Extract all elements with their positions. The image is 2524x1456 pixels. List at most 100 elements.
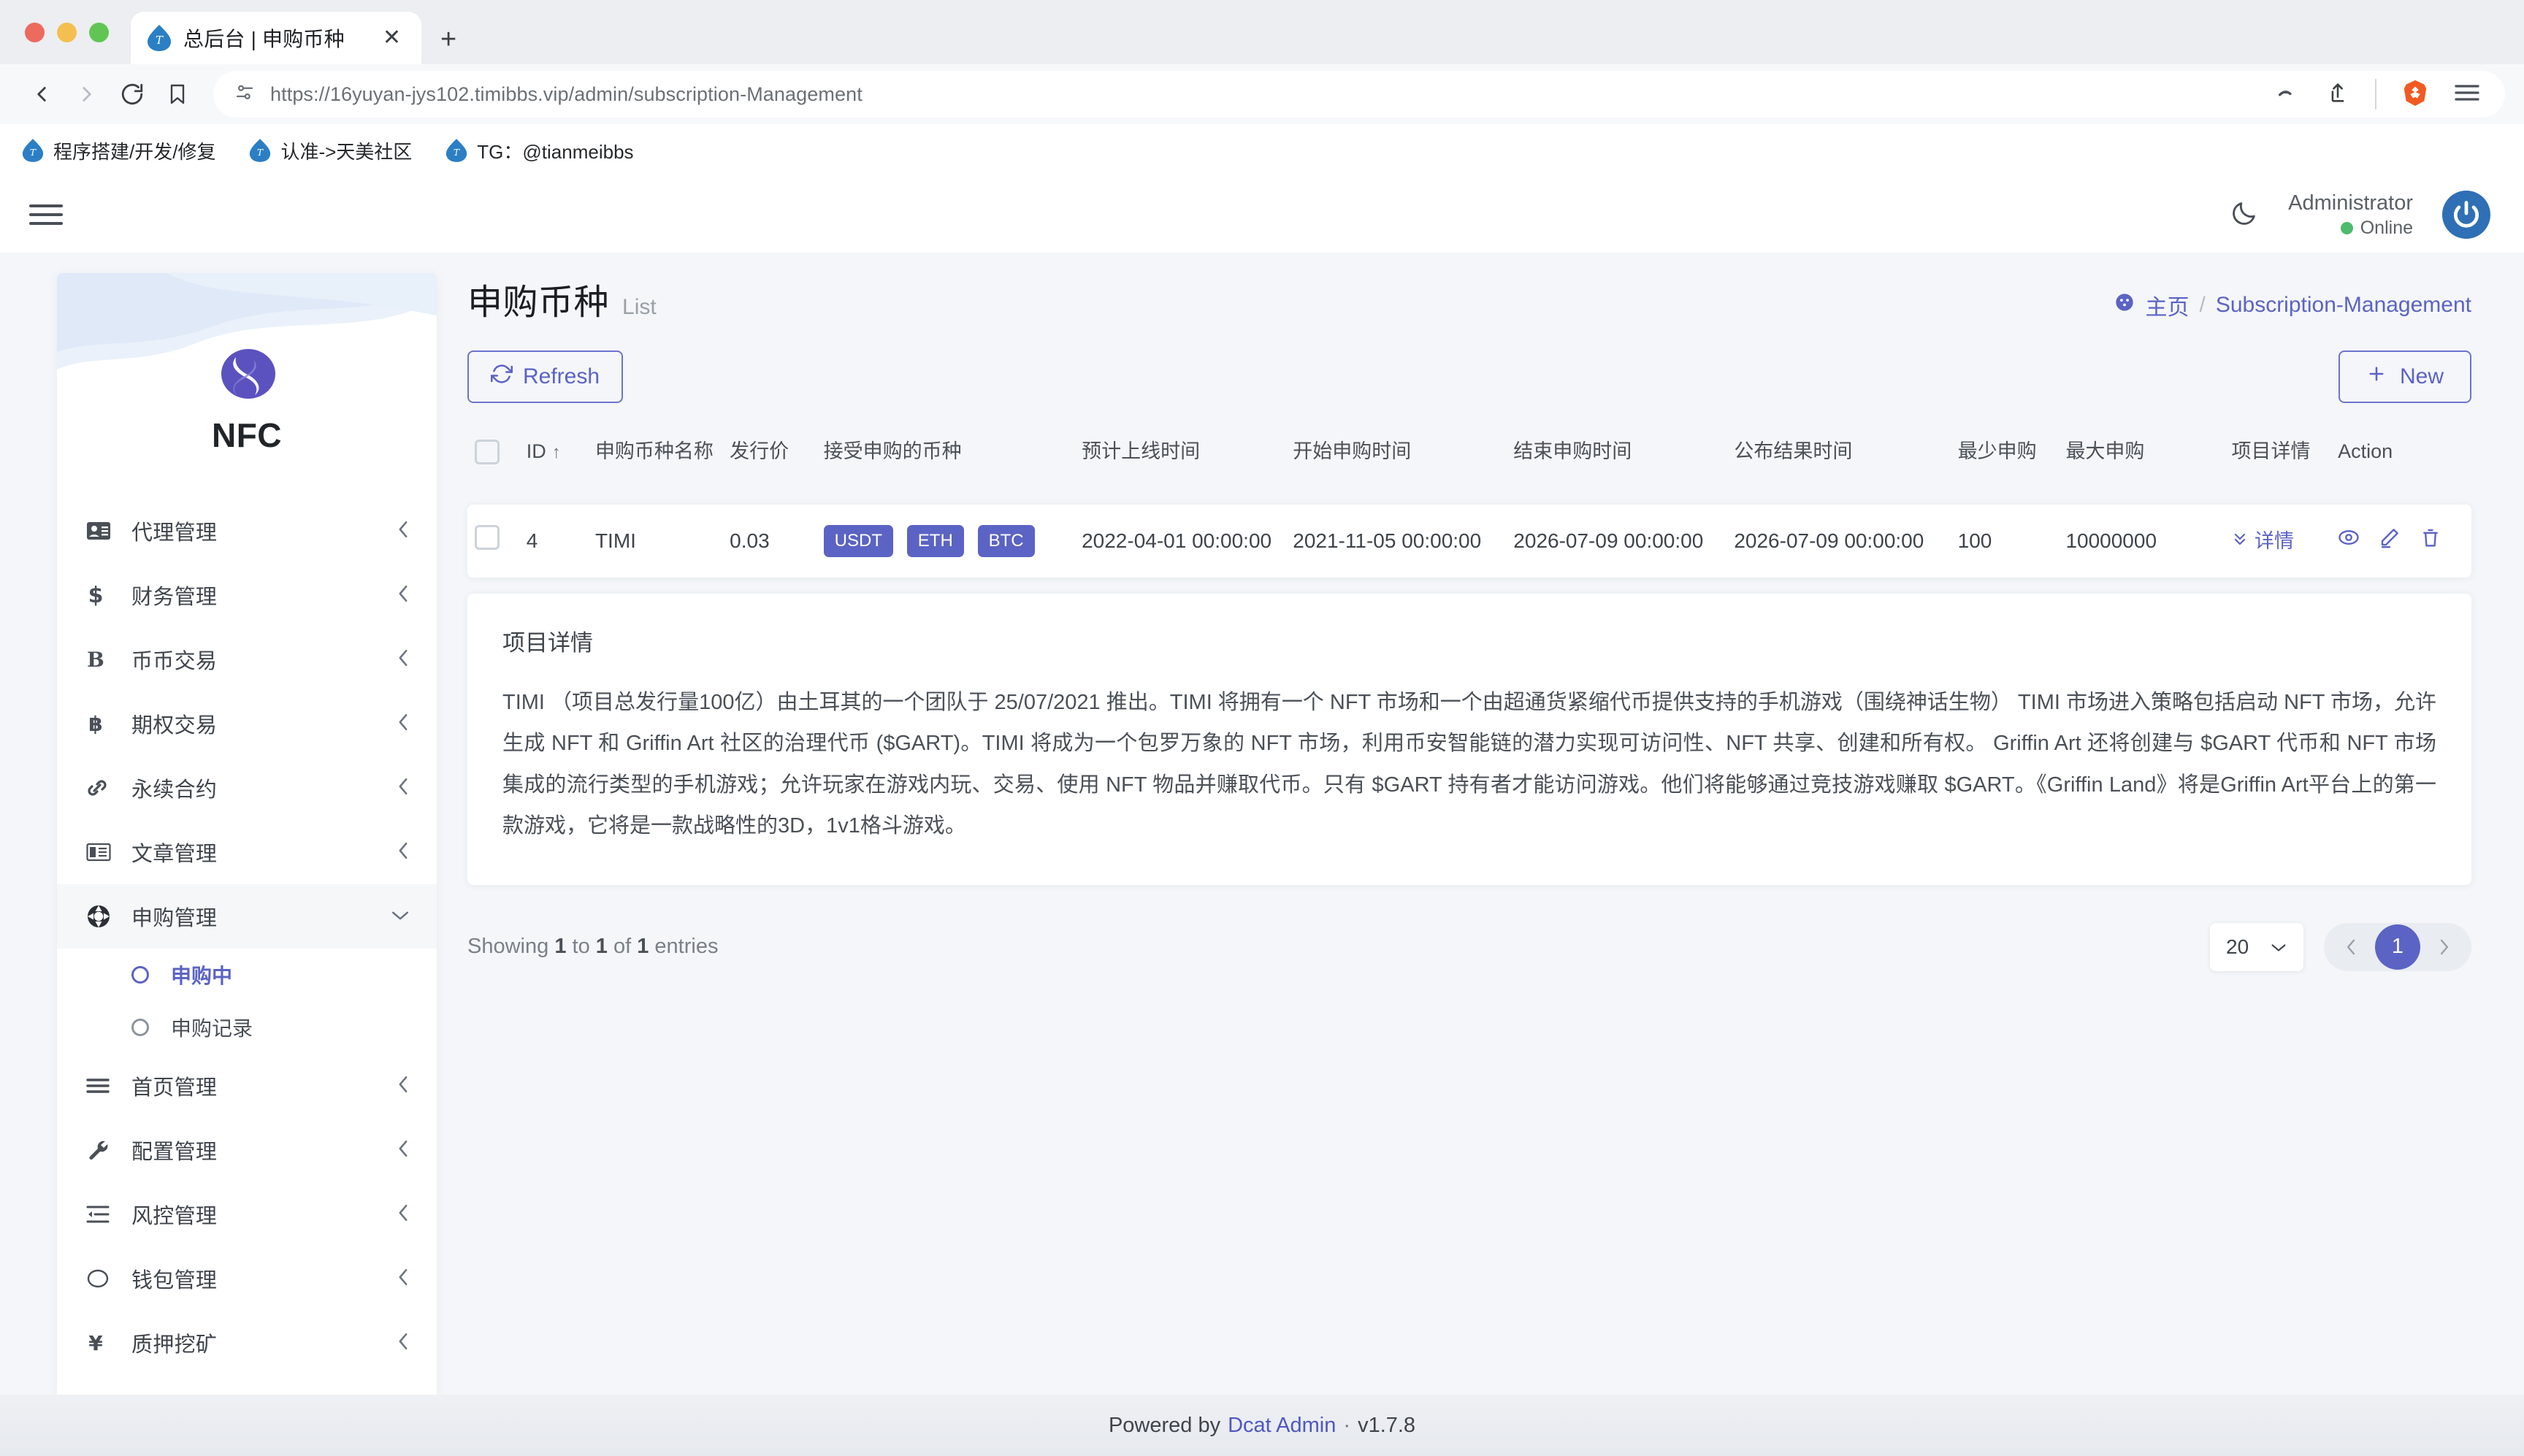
status-label: Online (2360, 217, 2413, 240)
tm-logo-icon: T (22, 138, 44, 163)
address-bar[interactable]: https://16yuyan-jys102.timibbs.vip/admin… (213, 71, 2505, 118)
showing-prefix: Showing (467, 935, 548, 958)
sidebar-item-homepage-management[interactable]: 首页管理 (57, 1054, 437, 1118)
sidebar-item-finance-management[interactable]: $ 财务管理 (57, 563, 437, 627)
minimize-window-button[interactable] (57, 23, 77, 42)
chevron-left-icon (396, 1203, 410, 1226)
user-info[interactable]: Administrator Online (2288, 190, 2413, 240)
plus-icon (2366, 364, 2387, 390)
per-page-select[interactable]: 20 (2210, 923, 2303, 971)
close-tab-button[interactable]: ✕ (378, 27, 405, 49)
prev-page-button[interactable] (2330, 926, 2372, 968)
browser-tab-strip: T 总后台 | 申购币种 ✕ + (0, 0, 2524, 64)
svg-text:B: B (87, 648, 104, 672)
chevron-down-icon (390, 907, 410, 926)
sidebar-item-wallet-management[interactable]: 钱包管理 (57, 1246, 437, 1311)
cell-project-detail: 详情 (2224, 505, 2330, 578)
column-header-expected-online: 预计上线时间 (1074, 428, 1285, 505)
sidebar-item-label: 申购管理 (131, 901, 217, 932)
sidebar-item-risk-management[interactable]: 风控管理 (57, 1182, 437, 1246)
bookmark-item[interactable]: T 程序搭建/开发/修复 (22, 137, 215, 164)
new-button[interactable]: New (2338, 350, 2471, 403)
moon-icon[interactable] (2230, 199, 2259, 231)
detail-panel: 项目详情 TIMI （项目总发行量100亿）由土耳其的一个团队于 25/07/2… (467, 594, 2471, 885)
sidebar-item-staking-mining[interactable]: ¥ 质押挖矿 (57, 1311, 437, 1375)
brave-lion-icon[interactable] (2401, 79, 2429, 110)
avatar[interactable] (2442, 191, 2490, 239)
back-arrow-icon[interactable] (19, 72, 64, 117)
lines-icon (86, 1077, 131, 1095)
sidebar-item-label: 永续合约 (131, 773, 217, 803)
row-select-cell (467, 505, 519, 578)
delete-icon[interactable] (2420, 526, 2441, 556)
sidebar-menu: 代理管理 $ 财务管理 (57, 499, 437, 1375)
sidebar-item-agent-management[interactable]: 代理管理 (57, 499, 437, 563)
detail-toggle-link[interactable]: 详情 (2231, 529, 2294, 554)
page-subtitle: List (622, 295, 657, 324)
main-content: 申购币种 List 主页 / Subscription-Management (437, 253, 2524, 1395)
column-header-start-time: 开始申购时间 (1285, 428, 1506, 505)
forward-arrow-icon[interactable] (64, 72, 110, 117)
site-settings-icon[interactable] (234, 82, 256, 107)
sidebar-item-config-management[interactable]: 配置管理 (57, 1118, 437, 1182)
hamburger-icon[interactable] (29, 204, 63, 225)
bookmarks-bar: T 程序搭建/开发/修复 T 认准->天美社区 T TG：@tianmeibbs (0, 124, 2524, 177)
sidebar-item-label: 首页管理 (131, 1070, 217, 1101)
circle-bullet-icon (131, 1019, 171, 1036)
new-tab-button[interactable]: + (440, 30, 456, 50)
sidebar-item-label: 质押挖矿 (131, 1327, 217, 1358)
sidebar-item-options-trading[interactable]: ฿ 期权交易 (57, 691, 437, 756)
sidebar-item-perpetual-contract[interactable]: 永续合约 (57, 756, 437, 820)
bookmark-item[interactable]: T 认准->天美社区 (249, 137, 412, 164)
svg-text:T: T (257, 147, 264, 158)
page-number-1[interactable]: 1 (2375, 924, 2420, 970)
edit-icon[interactable] (2379, 526, 2401, 556)
reload-icon[interactable] (110, 72, 155, 117)
bookmark-icon[interactable] (155, 72, 200, 117)
detail-label: 详情 (2255, 530, 2294, 552)
breadcrumb-home[interactable]: 主页 (2145, 289, 2189, 321)
row-checkbox[interactable] (475, 525, 500, 550)
circle-icon (86, 1268, 131, 1289)
showing-from: 1 (554, 935, 566, 958)
sidebar-item-subscription-management[interactable]: 申购管理 (57, 884, 437, 949)
cell-max-subscription: 10000000 (2058, 505, 2224, 578)
sidebar-item-label: 配置管理 (131, 1135, 217, 1165)
showing-to-word: to (573, 935, 590, 958)
brand[interactable]: NFC (57, 273, 437, 455)
close-window-button[interactable] (25, 23, 45, 42)
new-label: New (2400, 364, 2444, 389)
sidebar-item-subscribing[interactable]: 申购中 (57, 949, 437, 1001)
column-header-max-subscription: 最大申购 (2058, 428, 2224, 505)
dcat-admin-link[interactable]: Dcat Admin (1228, 1414, 1336, 1438)
next-page-button[interactable] (2423, 926, 2466, 968)
column-header-id[interactable]: ID↑ (519, 428, 588, 505)
cell-min-subscription: 100 (1951, 505, 2059, 578)
sidebar-item-subscription-records[interactable]: 申购记录 (57, 1001, 437, 1054)
lifebuoy-icon (86, 904, 131, 929)
share-upload-icon[interactable] (2325, 80, 2350, 109)
bookmark-label: TG：@tianmeibbs (477, 137, 633, 164)
chevron-left-icon (396, 1074, 410, 1097)
bookmark-item[interactable]: T TG：@tianmeibbs (445, 137, 633, 164)
breadcrumb-current[interactable]: Subscription-Management (2216, 293, 2471, 318)
cell-actions (2330, 505, 2471, 578)
maximize-window-button[interactable] (89, 23, 109, 42)
sidebar-item-coin-trading[interactable]: B 币币交易 (57, 627, 437, 691)
tm-logo-icon: T (147, 24, 172, 52)
svg-text:฿: ฿ (88, 712, 102, 736)
extension-icon[interactable] (2276, 80, 2301, 109)
detail-panel-title: 项目详情 (502, 624, 2436, 657)
browser-menu-icon[interactable] (2454, 83, 2480, 107)
sidebar-item-label: 风控管理 (131, 1199, 217, 1230)
showing-to: 1 (596, 935, 608, 958)
refresh-button[interactable]: Refresh (467, 350, 623, 403)
sidebar-item-article-management[interactable]: 文章管理 (57, 820, 437, 884)
cell-result-time: 2026-07-09 00:00:00 (1726, 505, 1950, 578)
pagination: 20 1 (2210, 923, 2471, 971)
browser-tab[interactable]: T 总后台 | 申购币种 ✕ (131, 12, 421, 64)
cell-start-time: 2021-11-05 00:00:00 (1285, 505, 1506, 578)
view-icon[interactable] (2338, 526, 2360, 556)
version-label: v1.7.8 (1358, 1414, 1415, 1438)
select-all-checkbox[interactable] (475, 440, 500, 464)
